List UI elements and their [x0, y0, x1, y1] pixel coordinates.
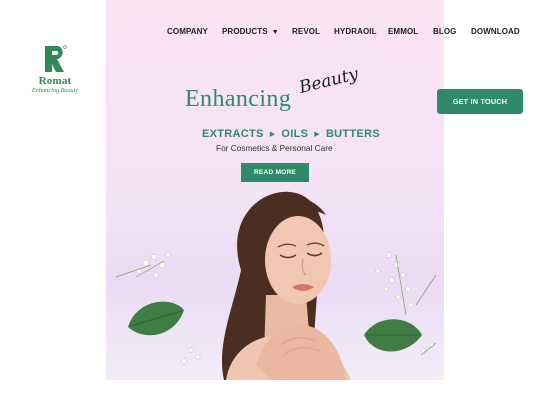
brand-logo[interactable]: Romat Enhancing Beauty [26, 44, 84, 94]
nav-item-download[interactable]: DOWNLOAD [471, 27, 520, 36]
caret-down-icon: ▼ [271, 29, 279, 36]
page-footer-gap [106, 380, 444, 420]
hero-headline: Enhancing [185, 86, 292, 112]
hero-portrait-image [115, 191, 437, 380]
brand-tagline: Enhancing Beauty [31, 87, 79, 94]
nav-item-emmol[interactable]: EMMOL [388, 27, 418, 36]
product-categories: EXTRACTS ▶ OILS ▶ BUTTERS [202, 128, 380, 140]
category-oils: OILS [281, 128, 309, 140]
nav-item-company[interactable]: COMPANY [167, 27, 208, 36]
hero-banner [106, 0, 444, 380]
triangle-right-icon: ▶ [269, 131, 276, 138]
hero-subtitle: For Cosmetics & Personal Care [216, 143, 333, 153]
category-butters: BUTTERS [325, 128, 380, 140]
brand-name: Romat [38, 75, 72, 87]
category-extracts: EXTRACTS [202, 128, 264, 140]
read-more-button[interactable]: READ MORE [241, 163, 309, 182]
nav-item-revol[interactable]: REVOL [292, 27, 320, 36]
nav-item-label: PRODUCTS [222, 27, 268, 36]
triangle-right-icon: ▶ [314, 131, 320, 138]
nav-item-blog[interactable]: BLOG [433, 27, 457, 36]
nav-item-products[interactable]: PRODUCTS ▼ [222, 27, 279, 36]
nav-item-hydraoil[interactable]: HYDRAOIL [334, 27, 377, 36]
get-in-touch-button[interactable]: GET IN TOUCH [437, 89, 523, 114]
r-monogram-icon [43, 44, 67, 74]
